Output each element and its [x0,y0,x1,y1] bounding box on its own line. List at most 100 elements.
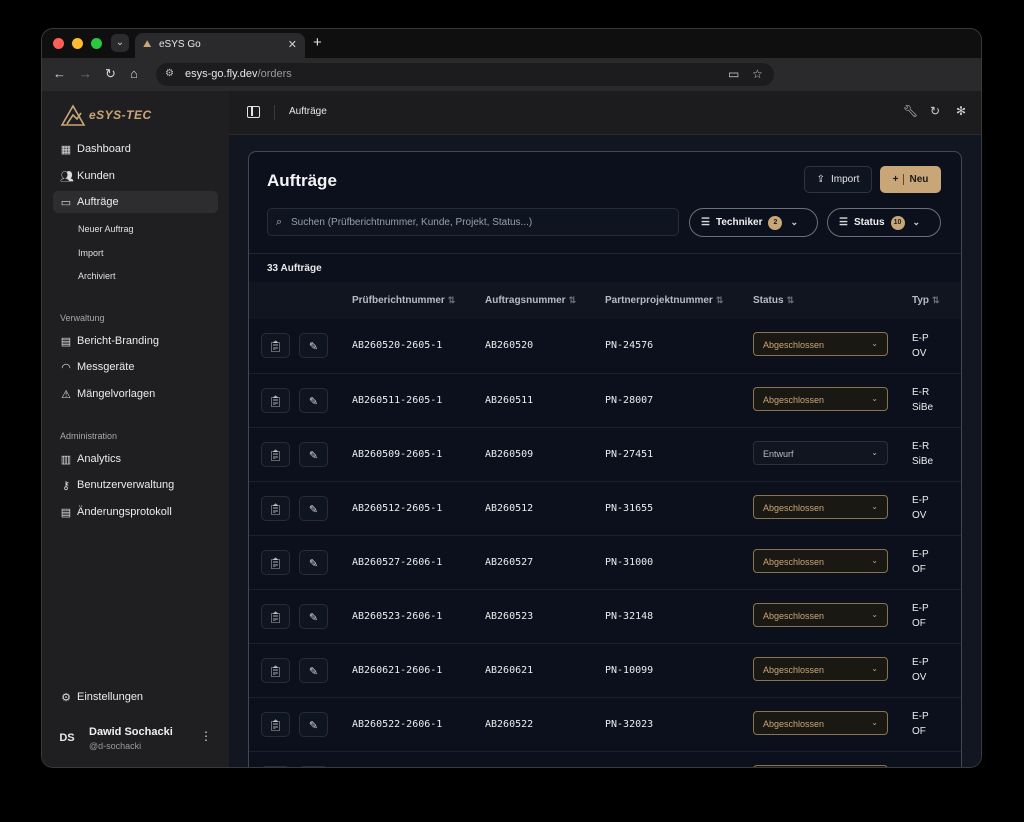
status-select[interactable]: Abgeschlossen ⌄ [753,656,888,681]
sidebar-item-benutzerverwaltung[interactable]: ⚷ Benutzerverwaltung [53,474,218,496]
home-icon[interactable]: ⌂ [130,66,138,81]
pencil-icon: ✎ [308,502,319,516]
refresh-icon[interactable]: ↻ [930,104,940,118]
sidebar-toggle-icon[interactable] [247,106,260,118]
view-report-button[interactable]: 📋︎ [261,711,290,737]
folder-icon: ▭ [60,196,72,209]
sort-icon[interactable]: ⇅ [716,295,724,305]
sidebar-item-einstellungen[interactable]: ⚙ Einstellungen [53,686,218,708]
column-header-label: Typ [912,295,930,306]
edit-button[interactable]: ✎ [299,441,329,467]
view-report-button[interactable]: 📋︎ [261,441,290,467]
browser-tab[interactable]: ⛰ eSYS Go ✕ [135,33,305,58]
import-button[interactable]: ⇪ Import [804,166,872,193]
bar-chart-icon: ▥ [60,453,72,466]
view-report-button[interactable]: 📋︎ [261,495,290,521]
install-app-icon[interactable]: ▭ [728,67,739,81]
back-arrow-icon[interactable]: ← [53,66,66,81]
view-report-button[interactable]: 📋︎ [261,333,290,359]
cell-auftragsnummer: AB260522 [485,718,534,730]
edit-button[interactable]: ✎ [299,333,329,359]
cell-partnerprojektnummer: PN-24576 [605,340,654,352]
edit-button[interactable]: ✎ [299,711,329,737]
filter-techniker[interactable]: ☰ Techniker 2 ⌄ [689,208,818,237]
status-select[interactable]: Abgeschlossen ⌄ [753,710,888,735]
edit-button[interactable]: ✎ [299,603,329,629]
brand-logo[interactable]: eSYS-TEC [60,101,152,129]
cell-partnerprojektnummer: PN-31000 [605,556,654,568]
sort-icon[interactable]: ⇅ [448,295,456,305]
new-order-button[interactable]: + Neu [880,166,941,193]
table-row[interactable]: 📋︎ ✎ E-P [249,751,961,767]
sidebar-item-messgeraete[interactable]: ◠ Messgeräte [53,356,218,378]
wrench-icon[interactable]: 🔧︎ [903,104,918,118]
url-text[interactable]: esys-go.fly.dev/orders [185,68,292,80]
more-vertical-icon[interactable]: ⋮ [200,729,212,743]
reload-icon[interactable]: ↻ [105,66,116,82]
status-select[interactable] [753,764,888,767]
sidebar-subitem-archiviert[interactable]: Archiviert [78,271,116,281]
view-report-button[interactable]: 📋︎ [261,603,290,629]
column-header-partnerprojektnummer[interactable]: Partnerprojektnummer ⇅ [605,282,753,319]
table-row[interactable]: 📋︎ ✎ AB260621-2606-1 AB260621 PN-10099 A… [249,643,961,697]
sort-icon[interactable]: ⇅ [569,295,577,305]
sidebar-item-kunden[interactable]: 👥︎ Kunden [53,165,218,187]
edit-button[interactable]: ✎ [299,549,329,575]
table-row[interactable]: 📋︎ ✎ AB260522-2606-1 AB260522 PN-32023 A… [249,697,961,751]
status-select[interactable]: Abgeschlossen ⌄ [753,602,888,627]
status-select[interactable]: Entwurf ⌄ [753,440,888,465]
sidebar-item-analytics[interactable]: ▥ Analytics [53,448,218,470]
status-select[interactable]: Abgeschlossen ⌄ [753,332,888,357]
new-tab-button[interactable]: + [313,34,322,51]
sidebar-item-label: Benutzerverwaltung [77,479,175,491]
view-report-button[interactable]: 📋︎ [261,387,290,413]
column-header-auftragsnummer[interactable]: Auftragsnummer ⇅ [485,282,605,319]
filter-status[interactable]: ☰ Status 10 ⌄ [827,208,941,237]
sidebar-subitem-neuer-auftrag[interactable]: Neuer Auftrag [78,224,134,234]
sidebar-item-auftraege[interactable]: ▭ Aufträge [53,191,218,213]
view-report-button[interactable]: 📋︎ [261,657,290,683]
table-row[interactable]: 📋︎ ✎ AB260509-2605-1 AB260509 PN-27451 E… [249,427,961,481]
forward-arrow-icon[interactable]: → [79,66,92,81]
edit-button[interactable]: ✎ [299,387,329,413]
bookmark-star-icon[interactable]: ☆ [752,67,763,81]
sort-icon[interactable]: ⇅ [787,295,795,305]
column-header-pruefberichtnummer[interactable]: Prüfberichtnummer ⇅ [352,282,485,319]
sidebar-item-dashboard[interactable]: ▦ Dashboard [53,138,218,160]
row-actions-cell: 📋︎ ✎ [249,697,352,751]
status-select[interactable]: Abgeschlossen ⌄ [753,386,888,411]
address-bar[interactable]: ⚙ esys-go.fly.dev/orders ▭ ☆ [156,63,774,86]
typ-line-2: SiBe [912,402,934,413]
sidebar-item-maengelvorlagen[interactable]: ⚠ Mängelvorlagen [53,383,218,405]
close-window-button[interactable] [53,38,64,49]
clipboard-check-icon: 📋︎ [268,556,283,570]
user-profile[interactable]: DS Dawid Sochacki @d-sochacki ⋮ [53,720,218,756]
minimize-window-button[interactable] [72,38,83,49]
cell-pruefberichtnummer: AB260520-2605-1 [352,340,443,352]
view-report-button[interactable]: 📋︎ [261,549,290,575]
table-row[interactable]: 📋︎ ✎ AB260527-2606-1 AB260527 PN-31000 A… [249,535,961,589]
column-header-typ[interactable]: Typ ⇅ [912,282,961,319]
edit-button[interactable]: ✎ [299,657,329,683]
site-settings-icon[interactable]: ⚙ [165,68,174,79]
table-row[interactable]: 📋︎ ✎ AB260511-2605-1 AB260511 PN-28007 A… [249,373,961,427]
table-row[interactable]: 📋︎ ✎ AB260520-2605-1 AB260520 PN-24576 A… [249,319,961,373]
cell-pruefberichtnummer: AB260512-2605-1 [352,502,443,514]
sidebar-item-aenderungsprotokoll[interactable]: ▤ Änderungsprotokoll [53,501,218,523]
edit-button[interactable]: ✎ [299,765,329,767]
status-select[interactable]: Abgeschlossen ⌄ [753,494,888,519]
table-row[interactable]: 📋︎ ✎ AB260512-2605-1 AB260512 PN-31655 A… [249,481,961,535]
tab-search-chevron-icon[interactable]: ⌄ [111,34,129,52]
table-row[interactable]: 📋︎ ✎ AB260523-2606-1 AB260523 PN-32148 A… [249,589,961,643]
sidebar-item-bericht-branding[interactable]: ▤ Bericht-Branding [53,330,218,352]
bug-icon[interactable]: ✻ [956,104,966,118]
sort-icon[interactable]: ⇅ [932,295,940,305]
status-select[interactable]: Abgeschlossen ⌄ [753,548,888,573]
maximize-window-button[interactable] [91,38,102,49]
search-input[interactable]: ⌕ Suchen (Prüfberichtnummer, Kunde, Proj… [267,208,679,236]
tab-close-icon[interactable]: ✕ [288,38,297,51]
sidebar-subitem-import[interactable]: Import [78,248,104,258]
view-report-button[interactable]: 📋︎ [261,765,290,767]
edit-button[interactable]: ✎ [299,495,329,521]
column-header-status[interactable]: Status ⇅ [753,282,912,319]
